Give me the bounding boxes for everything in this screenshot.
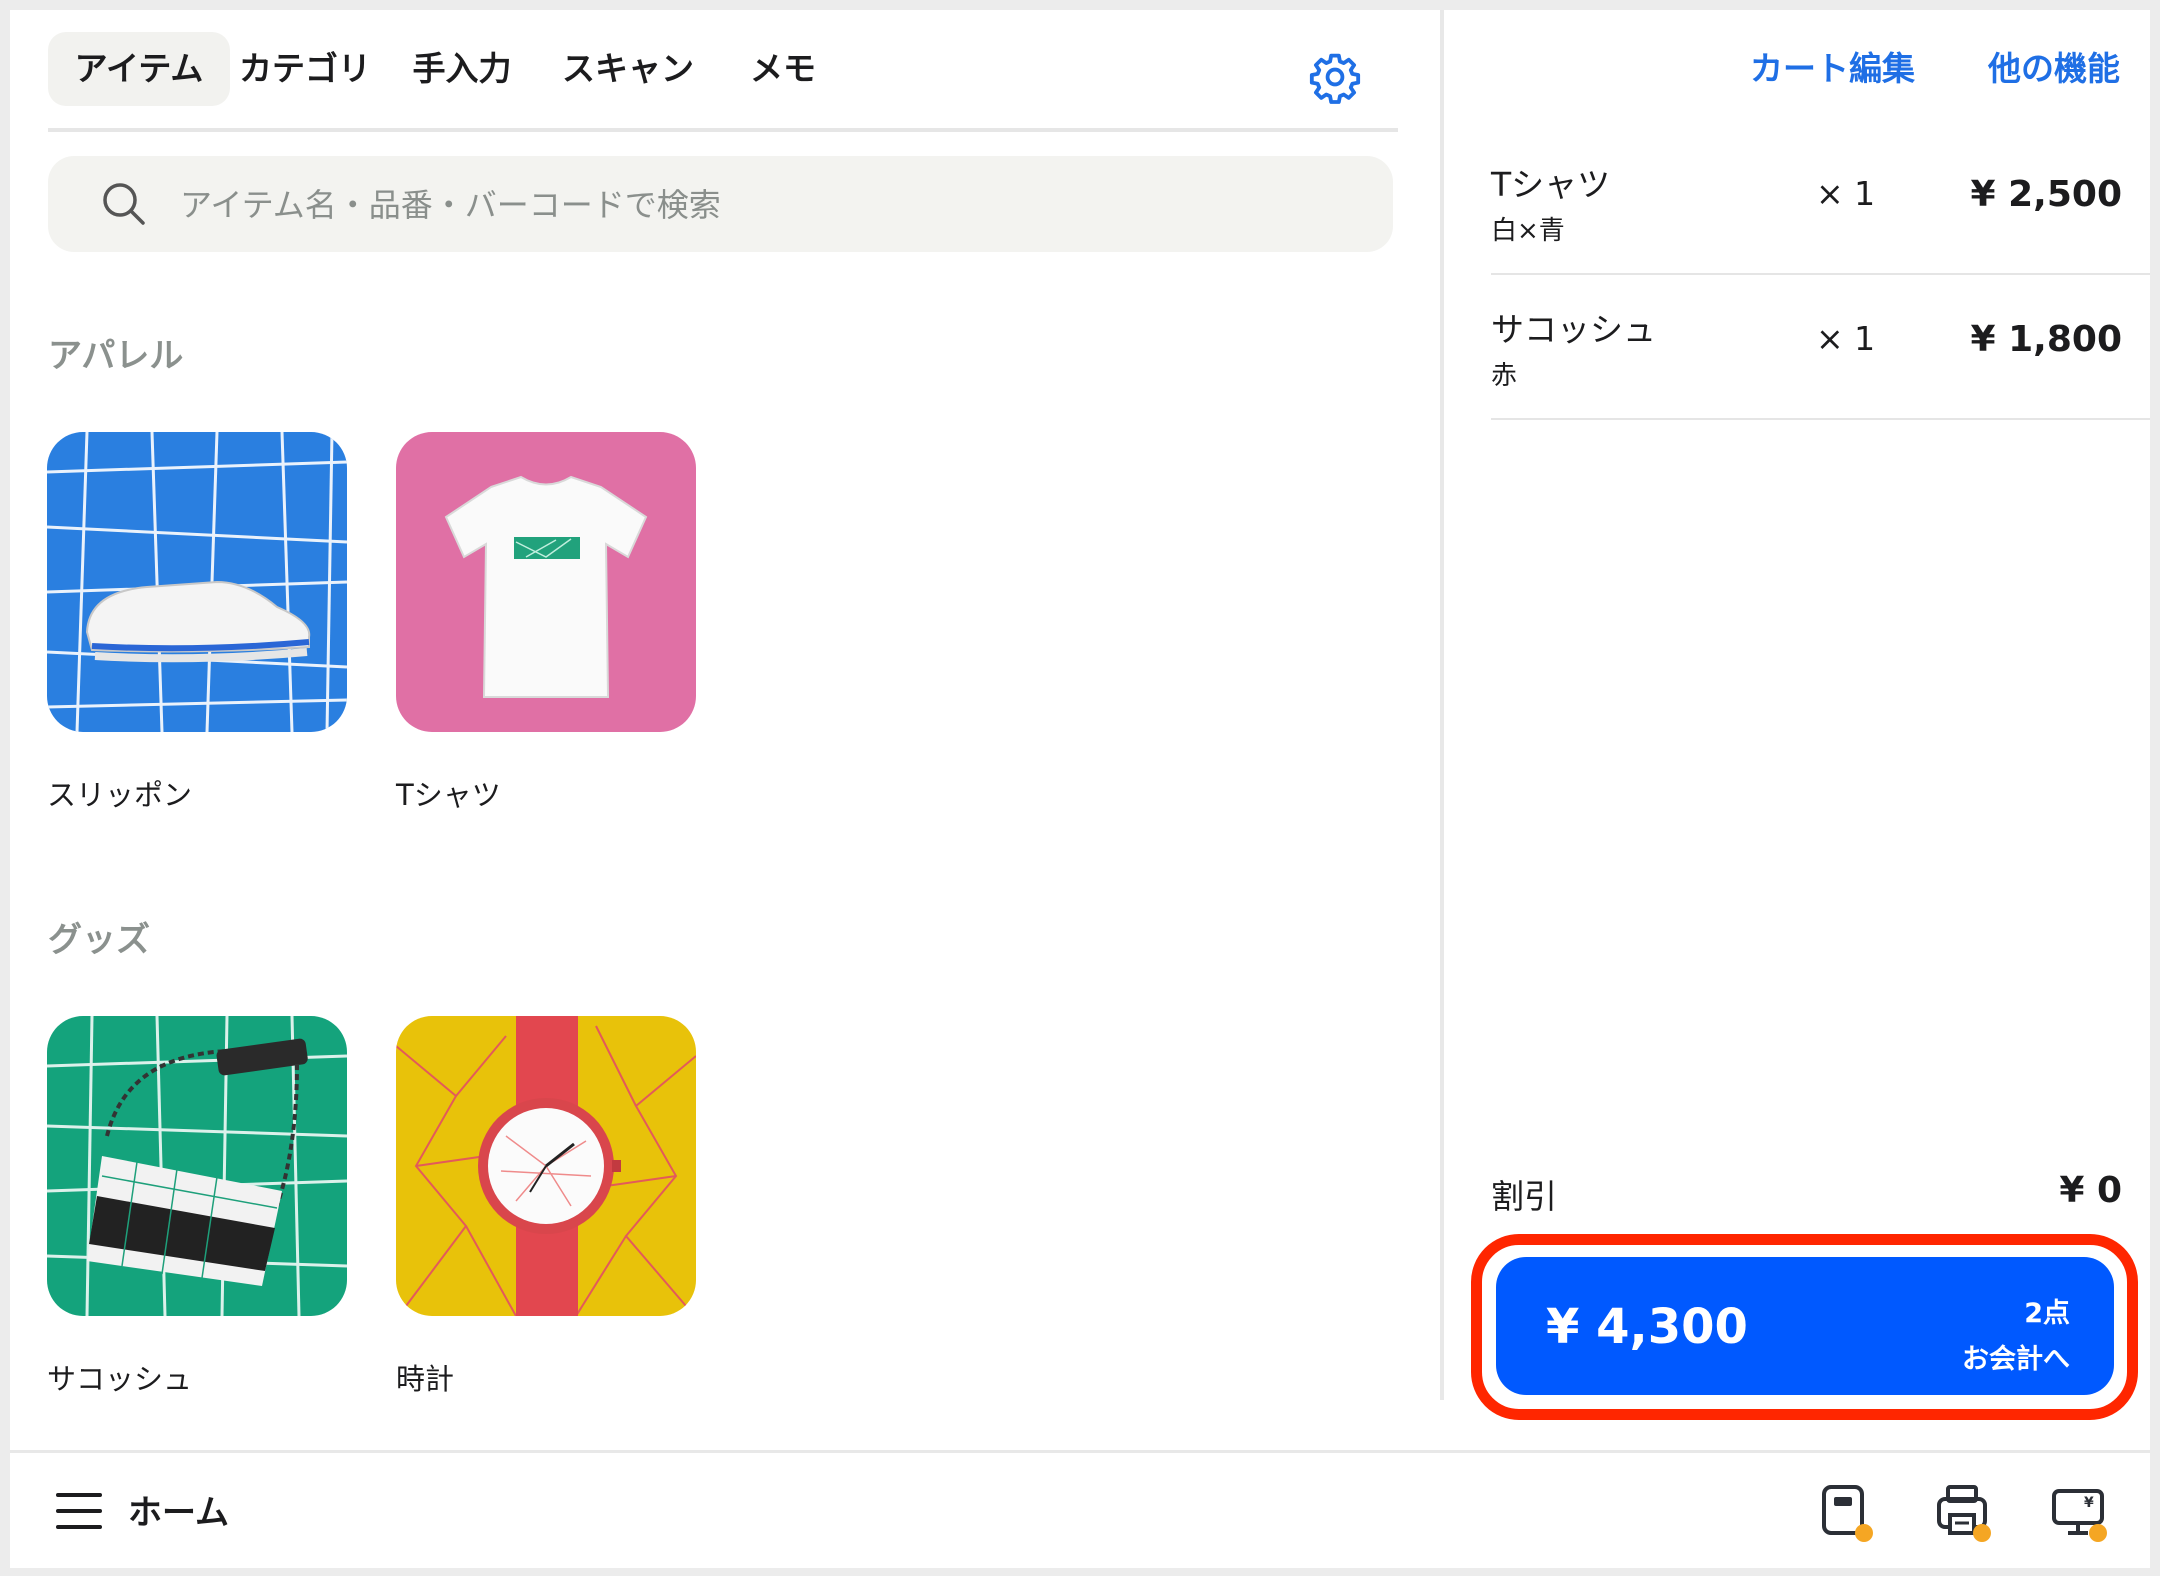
checkout-button[interactable]: ¥ 4,300 2点 お会計へ	[1496, 1257, 2114, 1395]
item-tile-watch[interactable]: 時計	[396, 1016, 696, 1396]
receipt-printer-icon[interactable]	[1934, 1483, 1994, 1545]
tab-bar: アイテム カテゴリ 手入力 スキャン メモ	[48, 32, 1398, 132]
tab-memo[interactable]: メモ	[728, 32, 838, 106]
item-pane: アイテム カテゴリ 手入力 スキャン メモ アパレル	[10, 10, 1440, 1450]
cart-item-name: Tシャツ	[1491, 165, 1611, 204]
checkout-action-label: お会計へ	[1962, 1344, 2070, 1375]
search-input[interactable]	[178, 174, 1362, 236]
sacoche-bag-image	[47, 1016, 347, 1316]
tshirt-image	[396, 432, 696, 732]
search-bar	[48, 156, 1393, 252]
hamburger-menu-icon[interactable]	[56, 1491, 104, 1531]
checkout-item-count: 2点	[2024, 1298, 2070, 1329]
item-tile-slip-on[interactable]: スリッポン	[47, 432, 347, 812]
app-frame: アイテム カテゴリ 手入力 スキャン メモ アパレル	[10, 10, 2150, 1568]
cart-item-price: ¥ 2,500	[1970, 174, 2122, 215]
cart-item-variant: 白×青	[1491, 216, 1565, 246]
tab-manual-entry[interactable]: 手入力	[392, 32, 532, 106]
cart-item-row[interactable]: Tシャツ 白×青 × 1 ¥ 2,500	[1491, 128, 2150, 275]
bottom-bar: ホーム ¥	[10, 1450, 2150, 1568]
section-title-apparel: アパレル	[48, 336, 184, 376]
slip-on-shoe-image	[47, 432, 347, 732]
tab-items[interactable]: アイテム	[48, 32, 230, 106]
cart-edit-button[interactable]: カート編集	[1750, 42, 1915, 90]
cart-item-name: サコッシュ	[1491, 310, 1656, 349]
card-reader-icon[interactable]	[1816, 1483, 1876, 1545]
svg-text:¥: ¥	[2084, 1495, 2094, 1511]
cart-item-row[interactable]: サコッシュ 赤 × 1 ¥ 1,800	[1491, 273, 2150, 420]
cart-item-variant: 赤	[1491, 361, 1518, 391]
tab-categories[interactable]: カテゴリ	[230, 32, 380, 106]
item-label: 時計	[396, 1362, 455, 1396]
item-label: スリッポン	[47, 778, 193, 812]
cart-item-price: ¥ 1,800	[1970, 319, 2122, 360]
checkout-total: ¥ 4,300	[1546, 1299, 1748, 1355]
customer-display-icon[interactable]: ¥	[2050, 1483, 2110, 1545]
more-functions-button[interactable]: 他の機能	[1988, 42, 2120, 90]
tab-scan[interactable]: スキャン	[548, 32, 708, 106]
home-label[interactable]: ホーム	[128, 1485, 229, 1534]
watch-image	[396, 1016, 696, 1316]
cart-item-quantity: × 1	[1816, 319, 1876, 358]
discount-label: 割引	[1491, 1177, 1557, 1216]
search-icon	[103, 183, 145, 225]
section-title-goods: グッズ	[48, 920, 150, 960]
item-label: Tシャツ	[396, 778, 501, 812]
item-label: サコッシュ	[47, 1362, 193, 1396]
discount-value: ¥ 0	[2059, 1170, 2122, 1211]
item-tile-tshirt[interactable]: Tシャツ	[396, 432, 696, 812]
gear-icon[interactable]	[1308, 50, 1362, 104]
cart-pane: カート編集 他の機能 Tシャツ 白×青 × 1 ¥ 2,500 サコッシュ 赤 …	[1444, 10, 2150, 1450]
cart-item-quantity: × 1	[1816, 174, 1876, 213]
item-tile-sacoche[interactable]: サコッシュ	[47, 1016, 347, 1396]
